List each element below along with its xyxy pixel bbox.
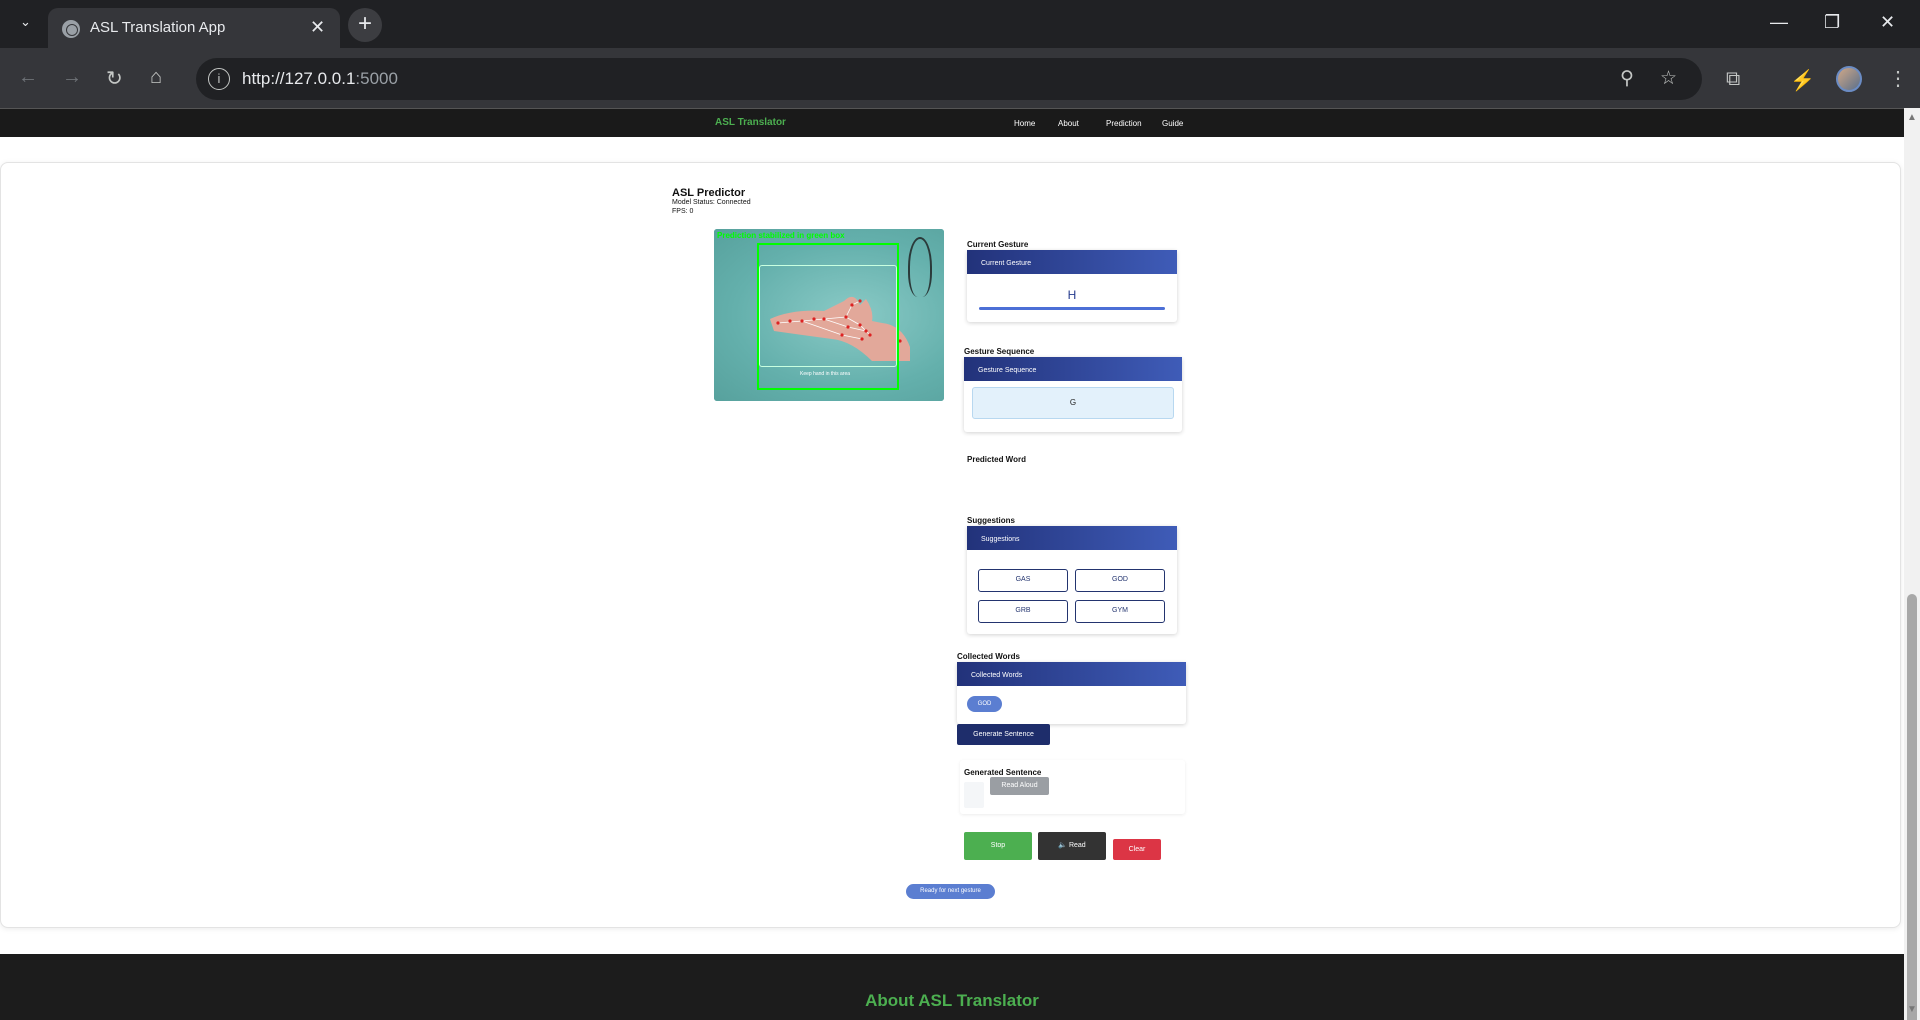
site-info-icon[interactable]: i xyxy=(208,68,230,90)
stop-button[interactable]: Stop xyxy=(964,832,1032,860)
camera-feed: Prediction stabilized in green box Keep … xyxy=(714,229,944,401)
scroll-up-icon[interactable]: ▲ xyxy=(1907,112,1917,123)
close-window-button[interactable]: ✕ xyxy=(1880,12,1895,33)
browser-tab[interactable]: ASL Translation App ✕ xyxy=(48,8,340,48)
current-gesture-label: Current Gesture xyxy=(967,240,1029,249)
model-status: Model Status: Connected xyxy=(672,199,751,206)
current-gesture-letter: H xyxy=(1067,288,1077,302)
minimize-button[interactable]: — xyxy=(1770,12,1788,33)
predicted-word-label: Predicted Word xyxy=(967,455,1026,464)
tab-search-icon[interactable]: ⌄ xyxy=(20,14,31,30)
suggestion-button[interactable]: GAS xyxy=(978,569,1068,592)
extensions-icon[interactable]: ⧉ xyxy=(1726,68,1740,91)
back-arrow-icon[interactable]: ← xyxy=(18,66,38,89)
collected-words-label: Collected Words xyxy=(957,652,1020,661)
current-gesture-panel: Current Gesture H xyxy=(967,250,1177,322)
generated-sentence-output xyxy=(964,782,984,808)
generated-sentence-panel: Generated Sentence Read Aloud xyxy=(960,760,1185,814)
nav-about[interactable]: About xyxy=(1058,119,1079,128)
browser-tabbar: ⌄ ASL Translation App ✕ + — ❐ ✕ xyxy=(0,0,1920,48)
site-brand[interactable]: ASL Translator xyxy=(715,117,786,128)
clear-button[interactable]: Clear xyxy=(1113,839,1161,860)
suggestions-header: Suggestions xyxy=(967,526,1177,550)
tab-title: ASL Translation App xyxy=(90,19,226,36)
video-overlay-text: Prediction stabilized in green box xyxy=(717,231,845,240)
footer: About ASL Translator xyxy=(0,954,1904,1020)
restore-button[interactable]: ❐ xyxy=(1824,12,1840,33)
gesture-sequence-panel: Gesture Sequence G xyxy=(964,357,1182,432)
read-aloud-button[interactable]: Read Aloud xyxy=(990,777,1049,795)
gesture-sequence-value: G xyxy=(972,387,1174,419)
scroll-down-icon[interactable]: ▼ xyxy=(1907,1004,1917,1015)
collected-words-panel: Collected Words GOD xyxy=(957,662,1186,724)
collected-words-header: Collected Words xyxy=(957,662,1186,686)
suggestions-panel: Suggestions GAS GOD GRB GYM xyxy=(967,526,1177,634)
collected-word-chip[interactable]: GOD xyxy=(967,696,1002,712)
fps-readout: FPS: 0 xyxy=(672,208,694,215)
performance-icon[interactable]: ⚡ xyxy=(1790,68,1815,93)
reload-icon[interactable]: ↻ xyxy=(106,66,123,91)
nav-prediction[interactable]: Prediction xyxy=(1106,119,1142,128)
home-icon[interactable]: ⌂ xyxy=(150,66,162,89)
bookmark-star-icon[interactable]: ☆ xyxy=(1660,67,1677,90)
profile-avatar[interactable] xyxy=(1836,66,1862,92)
zoom-icon[interactable]: ⚲ xyxy=(1620,67,1634,90)
address-bar[interactable]: i http://127.0.0.1:5000 ⚲ ☆ xyxy=(196,58,1702,100)
site-navbar: ASL Translator Home About Prediction Gui… xyxy=(0,108,1904,137)
suggestion-button[interactable]: GYM xyxy=(1075,600,1165,623)
suggestion-button[interactable]: GOD xyxy=(1075,569,1165,592)
url-text[interactable]: http://127.0.0.1:5000 xyxy=(242,69,398,89)
forward-arrow-icon[interactable]: → xyxy=(62,66,82,89)
predictor-card xyxy=(0,162,1901,928)
menu-kebab-icon[interactable]: ⋮ xyxy=(1888,66,1908,91)
predictor-title: ASL Predictor xyxy=(672,187,746,199)
tab-close-button[interactable]: ✕ xyxy=(310,17,325,37)
read-button[interactable]: 🔈 Read xyxy=(1038,832,1106,860)
generate-sentence-button[interactable]: Generate Sentence xyxy=(957,724,1050,745)
nav-home[interactable]: Home xyxy=(1014,119,1035,128)
globe-icon xyxy=(62,20,80,38)
confidence-bar xyxy=(979,307,1165,310)
gesture-sequence-label: Gesture Sequence xyxy=(964,347,1035,356)
nav-guide[interactable]: Guide xyxy=(1162,119,1183,128)
generated-sentence-label: Generated Sentence xyxy=(964,768,1042,777)
footer-title: About ASL Translator xyxy=(865,991,1039,1010)
page-scrollbar[interactable]: ▲ ▼ xyxy=(1904,108,1920,1020)
current-gesture-header: Current Gesture xyxy=(967,250,1177,274)
video-hint-text: Keep hand in this area xyxy=(800,371,851,377)
new-tab-button[interactable]: + xyxy=(348,8,382,42)
gesture-sequence-header: Gesture Sequence xyxy=(964,357,1182,381)
hand-zone-box xyxy=(759,265,897,367)
suggestions-label: Suggestions xyxy=(967,516,1016,525)
scrollbar-thumb[interactable] xyxy=(1907,594,1917,1020)
status-badge: Ready for next gesture xyxy=(906,884,995,899)
suggestion-button[interactable]: GRB xyxy=(978,600,1068,623)
